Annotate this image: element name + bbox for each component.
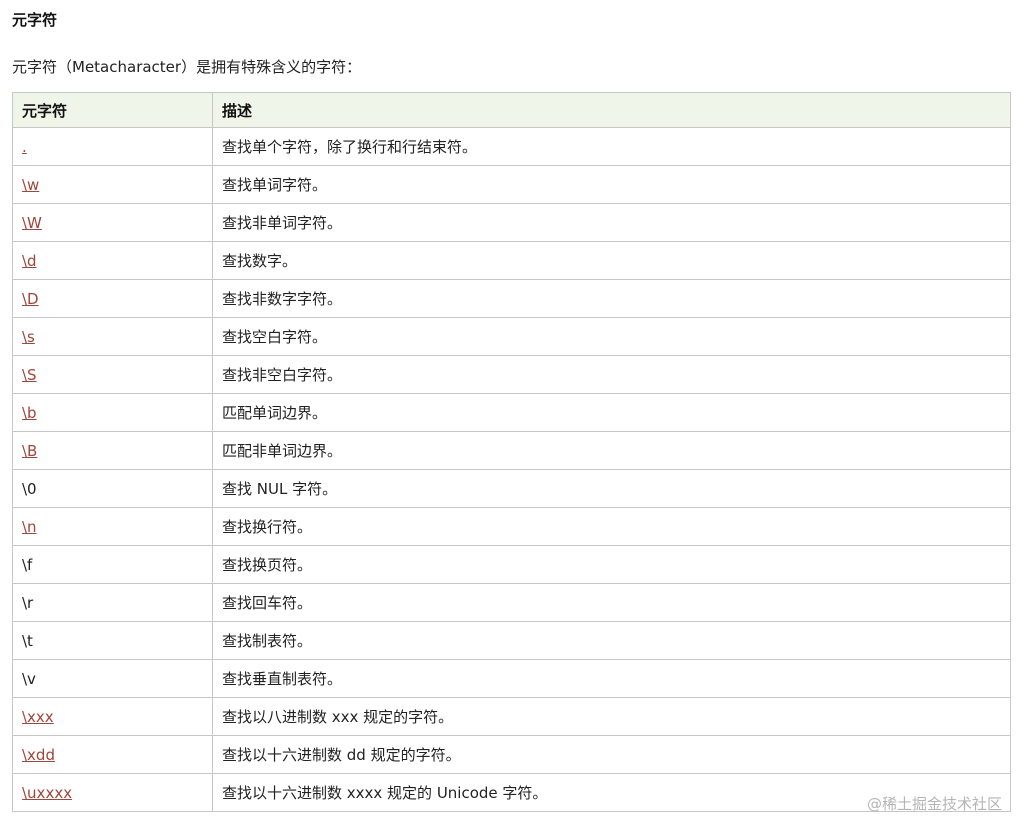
description-cell: 匹配非单词边界。 xyxy=(212,431,1011,470)
table-row: \b 匹配单词边界。 xyxy=(12,393,1011,432)
description-cell: 查找非数字字符。 xyxy=(212,279,1011,318)
table-row: \W 查找非单词字符。 xyxy=(12,203,1011,242)
table-row: \r 查找回车符。 xyxy=(12,583,1011,622)
table-row: \uxxxx 查找以十六进制数 xxxx 规定的 Unicode 字符。 xyxy=(12,773,1011,812)
table-row: \v 查找垂直制表符。 xyxy=(12,659,1011,698)
metacharacter-cell: \f xyxy=(12,545,213,584)
metacharacter-table: 元字符 描述 . 查找单个字符，除了换行和行结束符。 \w 查找单词字符。 \W 查找非单… xyxy=(12,92,1011,812)
metacharacter-link[interactable]: \b xyxy=(22,404,37,422)
metacharacter-cell: . xyxy=(12,127,213,166)
metacharacter-text: \v xyxy=(22,669,36,688)
table-header-row: 元字符 描述 xyxy=(12,92,1011,128)
description-cell: 查找空白字符。 xyxy=(212,317,1011,356)
metacharacter-cell: \b xyxy=(12,393,213,432)
description-cell: 查找数字。 xyxy=(212,241,1011,280)
description-cell: 查找换行符。 xyxy=(212,507,1011,546)
metacharacter-link[interactable]: \xxx xyxy=(22,708,54,726)
table-body: . 查找单个字符，除了换行和行结束符。 \w 查找单词字符。 \W 查找非单词字符。 \d 查… xyxy=(12,127,1011,812)
metacharacter-cell: \r xyxy=(12,583,213,622)
table-row: \n 查找换行符。 xyxy=(12,507,1011,546)
metacharacter-link[interactable]: \B xyxy=(22,442,37,460)
column-header-metacharacter: 元字符 xyxy=(12,92,213,128)
metacharacter-cell: \B xyxy=(12,431,213,470)
description-cell: 查找单个字符，除了换行和行结束符。 xyxy=(212,127,1011,166)
description-cell: 查找以十六进制数 xxxx 规定的 Unicode 字符。 xyxy=(212,773,1011,812)
table-row: \w 查找单词字符。 xyxy=(12,165,1011,204)
description-cell: 查找换页符。 xyxy=(212,545,1011,584)
metacharacter-link[interactable]: \D xyxy=(22,290,39,308)
metacharacter-cell: \n xyxy=(12,507,213,546)
metacharacter-cell: \uxxxx xyxy=(12,773,213,812)
metacharacter-text: \t xyxy=(22,631,33,650)
metacharacter-link[interactable]: \xdd xyxy=(22,746,55,764)
table-row: \f 查找换页符。 xyxy=(12,545,1011,584)
metacharacter-link[interactable]: \s xyxy=(22,328,35,346)
description-cell: 查找非单词字符。 xyxy=(212,203,1011,242)
table-row: \D 查找非数字字符。 xyxy=(12,279,1011,318)
description-cell: 查找垂直制表符。 xyxy=(212,659,1011,698)
description-cell: 查找以十六进制数 dd 规定的字符。 xyxy=(212,735,1011,774)
metacharacter-link[interactable]: \w xyxy=(22,176,39,194)
metacharacter-text: \f xyxy=(22,555,33,574)
table-row: . 查找单个字符，除了换行和行结束符。 xyxy=(12,127,1011,166)
table-row: \d 查找数字。 xyxy=(12,241,1011,280)
metacharacter-cell: \w xyxy=(12,165,213,204)
section-title: 元字符 xyxy=(12,11,58,29)
description-cell: 查找非空白字符。 xyxy=(212,355,1011,394)
metacharacter-cell: \t xyxy=(12,621,213,660)
metacharacter-cell: \xdd xyxy=(12,735,213,774)
description-cell: 匹配单词边界。 xyxy=(212,393,1011,432)
description-cell: 查找以八进制数 xxx 规定的字符。 xyxy=(212,697,1011,736)
description-cell: 查找回车符。 xyxy=(212,583,1011,622)
table-row: \s 查找空白字符。 xyxy=(12,317,1011,356)
metacharacter-cell: \d xyxy=(12,241,213,280)
column-header-description: 描述 xyxy=(212,92,1011,128)
description-cell: 查找 NUL 字符。 xyxy=(212,469,1011,508)
metacharacter-cell: \W xyxy=(12,203,213,242)
metacharacter-cell: \v xyxy=(12,659,213,698)
metacharacter-cell: \S xyxy=(12,355,213,394)
table-row: \xdd 查找以十六进制数 dd 规定的字符。 xyxy=(12,735,1011,774)
metacharacter-text: \r xyxy=(22,593,34,612)
metacharacter-link[interactable]: \d xyxy=(22,252,37,270)
metacharacter-cell: \xxx xyxy=(12,697,213,736)
description-cell: 查找制表符。 xyxy=(212,621,1011,660)
metacharacter-cell: \D xyxy=(12,279,213,318)
metacharacter-link[interactable]: \n xyxy=(22,518,37,536)
metacharacter-link[interactable]: \W xyxy=(22,214,42,232)
metacharacter-text: \0 xyxy=(22,479,37,498)
table-row: \B 匹配非单词边界。 xyxy=(12,431,1011,470)
metacharacter-link[interactable]: . xyxy=(22,138,27,156)
description-cell: 查找单词字符。 xyxy=(212,165,1011,204)
table-row: \xxx 查找以八进制数 xxx 规定的字符。 xyxy=(12,697,1011,736)
table-row: \0 查找 NUL 字符。 xyxy=(12,469,1011,508)
metacharacter-link[interactable]: \S xyxy=(22,366,37,384)
table-row: \S 查找非空白字符。 xyxy=(12,355,1011,394)
metacharacter-cell: \s xyxy=(12,317,213,356)
metacharacter-link[interactable]: \uxxxx xyxy=(22,784,72,802)
table-row: \t 查找制表符。 xyxy=(12,621,1011,660)
intro-text: 元字符（Metacharacter）是拥有特殊含义的字符： xyxy=(12,58,362,76)
metacharacter-cell: \0 xyxy=(12,469,213,508)
